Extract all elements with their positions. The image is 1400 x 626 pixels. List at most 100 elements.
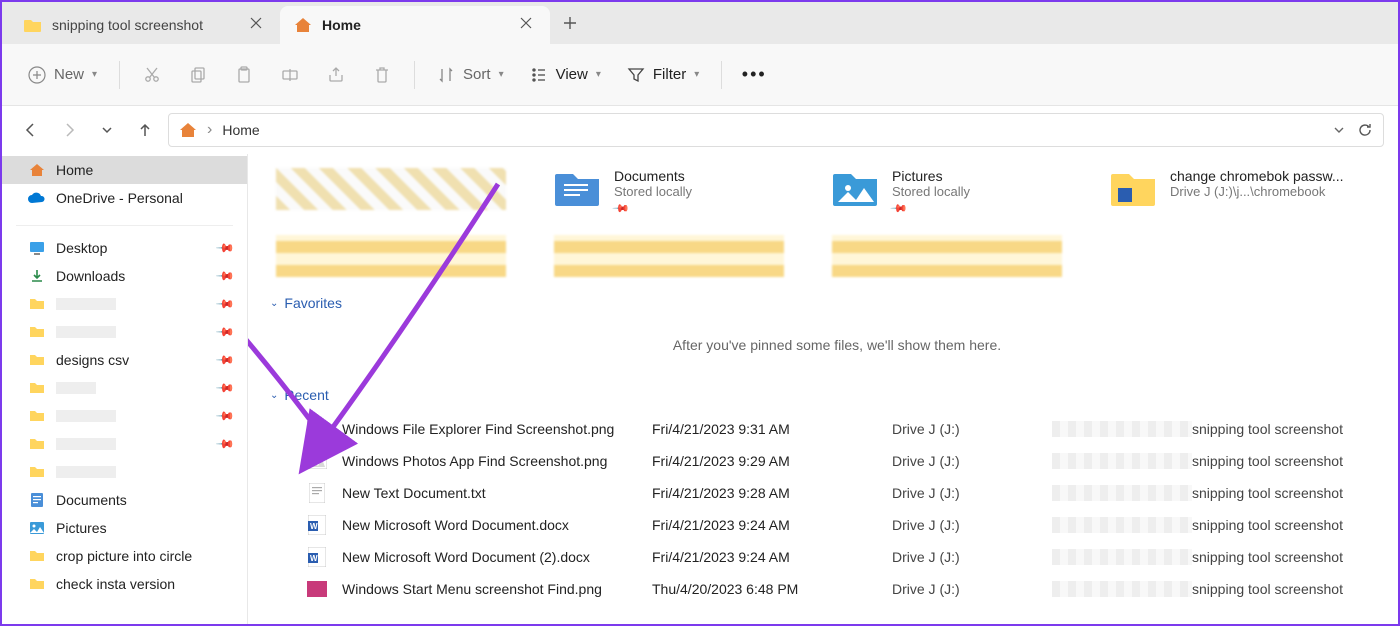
- quick-item-chromebook[interactable]: change chromebok passw... Drive J (J:)\j…: [1110, 168, 1370, 217]
- delete-button[interactable]: [362, 60, 402, 90]
- sidebar-item-onedrive[interactable]: OneDrive - Personal: [2, 184, 247, 212]
- tab-label: Home: [322, 17, 510, 33]
- documents-folder-icon: [554, 168, 602, 208]
- redacted: [832, 235, 1062, 277]
- recent-row[interactable]: WNew Microsoft Word Document (2).docxFri…: [276, 541, 1398, 573]
- content: Home OneDrive - Personal Desktop 📌 Downl…: [2, 154, 1398, 624]
- recent-row[interactable]: WNew Microsoft Word Document.docxFri/4/2…: [276, 509, 1398, 541]
- main-panel: Documents Stored locally 📌 Pictures Stor…: [248, 154, 1398, 624]
- filter-button[interactable]: Filter ▾: [617, 60, 709, 90]
- tab-snipping[interactable]: snipping tool screenshot: [10, 6, 280, 44]
- quick-item-redacted[interactable]: [832, 235, 1092, 277]
- quick-item-pictures[interactable]: Pictures Stored locally 📌: [832, 168, 1092, 217]
- sidebar-item-designs-csv[interactable]: designs csv 📌: [2, 346, 247, 374]
- file-location: Drive J (J:): [892, 549, 1052, 565]
- close-icon[interactable]: [520, 17, 536, 33]
- sidebar-item-crop[interactable]: crop picture into circle: [2, 542, 247, 570]
- sidebar-item-redacted[interactable]: [2, 458, 247, 486]
- file-icon: [306, 450, 328, 472]
- back-button[interactable]: [16, 115, 46, 145]
- sidebar-item-redacted[interactable]: 📌: [2, 374, 247, 402]
- new-button[interactable]: New ▾: [18, 60, 107, 90]
- folder-icon: [28, 323, 46, 341]
- folder-icon: [28, 435, 46, 453]
- redacted: [276, 235, 506, 277]
- pin-icon: 📌: [215, 322, 235, 342]
- recent-locations-button[interactable]: [92, 115, 122, 145]
- view-button[interactable]: View ▾: [520, 60, 611, 90]
- sidebar-item-documents[interactable]: Documents: [2, 486, 247, 514]
- pin-icon: 📌: [611, 199, 630, 218]
- filter-label: Filter: [653, 66, 686, 83]
- favorites-empty-message: After you've pinned some files, we'll sh…: [437, 321, 1237, 377]
- svg-text:W: W: [310, 554, 318, 563]
- pin-icon: 📌: [215, 434, 235, 454]
- copy-button[interactable]: [178, 60, 218, 90]
- sidebar-item-pictures[interactable]: Pictures: [2, 514, 247, 542]
- forward-button[interactable]: [54, 115, 84, 145]
- quick-item-redacted[interactable]: [554, 235, 814, 277]
- toolbar: New ▾ Sort ▾ View ▾ Filter ▾ •••: [2, 44, 1398, 106]
- redacted: [56, 410, 116, 422]
- section-recent[interactable]: ⌄ Recent: [270, 387, 1398, 403]
- redacted: [56, 438, 116, 450]
- more-button[interactable]: •••: [734, 58, 774, 91]
- section-favorites[interactable]: ⌄ Favorites: [270, 295, 1398, 311]
- address-bar[interactable]: › Home: [168, 113, 1384, 147]
- file-date: Thu/4/20/2023 6:48 PM: [652, 581, 892, 597]
- new-tab-button[interactable]: [550, 2, 590, 44]
- sidebar-label: Downloads: [56, 268, 125, 284]
- tab-home[interactable]: Home: [280, 6, 550, 44]
- sidebar-item-redacted[interactable]: 📌: [2, 290, 247, 318]
- section-label: Favorites: [284, 295, 342, 311]
- breadcrumb-sep: ›: [207, 121, 212, 139]
- recent-row[interactable]: Windows File Explorer Find Screenshot.pn…: [276, 413, 1398, 445]
- chevron-down-icon: ▾: [499, 69, 504, 80]
- pin-icon: 📌: [215, 378, 235, 398]
- redacted: [1052, 453, 1192, 469]
- separator: [16, 216, 233, 226]
- sidebar-label: crop picture into circle: [56, 548, 192, 564]
- recent-row[interactable]: New Text Document.txtFri/4/21/2023 9:28 …: [276, 477, 1398, 509]
- pin-icon: 📌: [215, 266, 235, 286]
- quick-access-row: Documents Stored locally 📌 Pictures Stor…: [276, 168, 1398, 217]
- sort-button[interactable]: Sort ▾: [427, 60, 514, 90]
- sidebar-item-redacted[interactable]: 📌: [2, 430, 247, 458]
- folder-icon: [28, 351, 46, 369]
- paste-button[interactable]: [224, 60, 264, 90]
- quick-item-redacted[interactable]: [276, 235, 536, 277]
- folder-icon: [28, 463, 46, 481]
- cut-button[interactable]: [132, 60, 172, 90]
- close-icon[interactable]: [250, 17, 266, 33]
- documents-icon: [28, 491, 46, 509]
- title: Documents: [614, 168, 692, 184]
- file-name: Windows Start Menu screenshot Find.png: [342, 581, 652, 597]
- sidebar-item-redacted[interactable]: 📌: [2, 318, 247, 346]
- sidebar-item-desktop[interactable]: Desktop 📌: [2, 234, 247, 262]
- sidebar-label: designs csv: [56, 352, 129, 368]
- sidebar-item-home[interactable]: Home: [2, 156, 247, 184]
- tab-label: snipping tool screenshot: [52, 17, 240, 33]
- onedrive-icon: [28, 189, 46, 207]
- sidebar-item-check-insta[interactable]: check insta version: [2, 570, 247, 598]
- breadcrumb-current: Home: [222, 122, 259, 138]
- sidebar: Home OneDrive - Personal Desktop 📌 Downl…: [2, 154, 248, 624]
- rename-button[interactable]: [270, 60, 310, 90]
- chevron-down-icon[interactable]: [1333, 124, 1345, 136]
- refresh-button[interactable]: [1357, 122, 1373, 138]
- recent-row[interactable]: Windows Start Menu screenshot Find.pngTh…: [276, 573, 1398, 605]
- plus-circle-icon: [28, 66, 46, 84]
- share-button[interactable]: [316, 60, 356, 90]
- desktop-icon: [28, 239, 46, 257]
- sidebar-item-redacted[interactable]: 📌: [2, 402, 247, 430]
- file-date: Fri/4/21/2023 9:28 AM: [652, 485, 892, 501]
- quick-item-redacted[interactable]: [276, 168, 536, 217]
- recent-row[interactable]: Windows Photos App Find Screenshot.pngFr…: [276, 445, 1398, 477]
- file-icon: [306, 418, 328, 440]
- up-button[interactable]: [130, 115, 160, 145]
- downloads-icon: [28, 267, 46, 285]
- pin-icon: 📌: [215, 350, 235, 370]
- quick-item-documents[interactable]: Documents Stored locally 📌: [554, 168, 814, 217]
- sidebar-item-downloads[interactable]: Downloads 📌: [2, 262, 247, 290]
- redacted: [56, 382, 96, 394]
